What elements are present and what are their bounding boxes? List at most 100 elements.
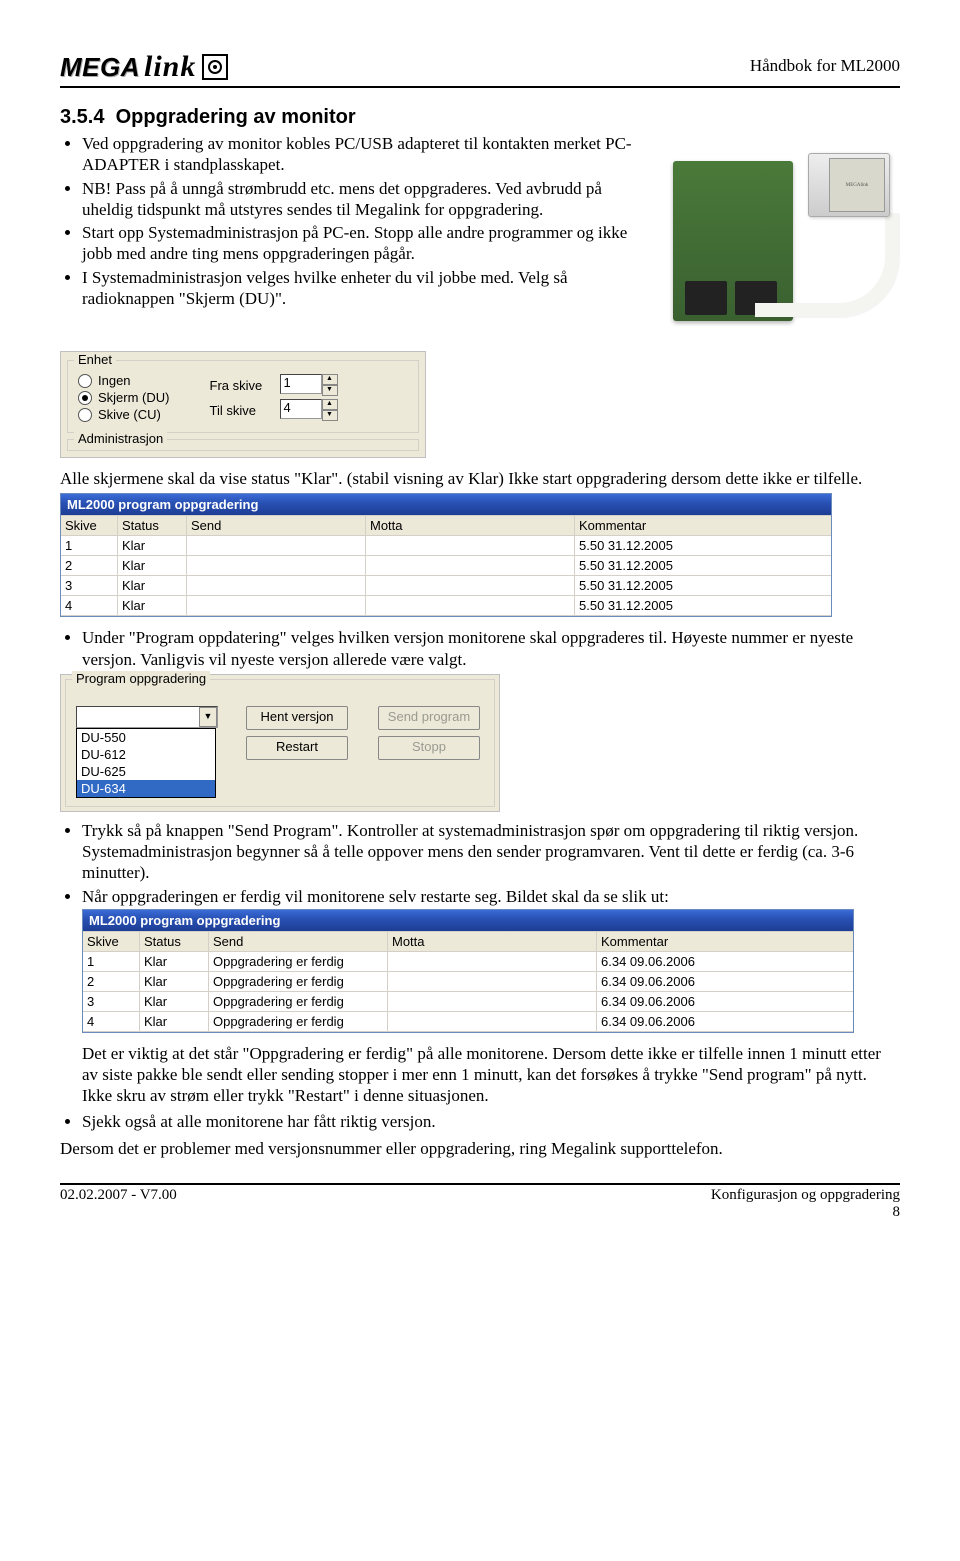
page-header: MEGA link Håndbok for ML2000 <box>60 50 900 88</box>
cell: Klar <box>140 972 209 991</box>
cell: Klar <box>118 576 187 595</box>
cell: 2 <box>61 556 118 575</box>
stopp-button[interactable]: Stopp <box>378 736 480 760</box>
list-item: I Systemadministrasjon velges hvilke enh… <box>82 267 655 310</box>
spin-down-icon[interactable]: ▼ <box>322 385 338 396</box>
cell: Klar <box>140 992 209 1011</box>
groupbox-title-prog: Program oppgradering <box>72 671 210 686</box>
hent-versjon-button[interactable]: Hent versjon <box>246 706 348 730</box>
upgrade-window-klar: ML2000 program oppgradering Skive Status… <box>60 493 832 617</box>
cell: Oppgradering er ferdig <box>209 952 388 971</box>
cell: Oppgradering er ferdig <box>209 1012 388 1031</box>
cell <box>388 1012 597 1031</box>
cell: 2 <box>83 972 140 991</box>
spin-up-icon[interactable]: ▲ <box>322 374 338 385</box>
radio-ingen[interactable] <box>78 374 92 388</box>
table-row: 4Klar 5.50 31.12.2005 <box>61 596 831 616</box>
col-head: Skive <box>61 516 118 535</box>
col-head: Motta <box>366 516 575 535</box>
list-item: Når oppgraderingen er ferdig vil monitor… <box>82 886 900 907</box>
cell <box>388 992 597 1011</box>
cell: 5.50 31.12.2005 <box>575 536 831 555</box>
list-item: Sjekk også at alle monitorene har fått r… <box>82 1111 900 1132</box>
cell: 5.50 31.12.2005 <box>575 596 831 615</box>
radio-skjerm-du[interactable] <box>78 391 92 405</box>
window-title: ML2000 program oppgradering <box>61 494 831 515</box>
cell <box>388 952 597 971</box>
cell: Klar <box>140 952 209 971</box>
col-head: Skive <box>83 932 140 951</box>
table-row: 1KlarOppgradering er ferdig6.34 09.06.20… <box>83 952 853 972</box>
til-skive-input[interactable]: 4 <box>280 399 322 419</box>
section-number: 3.5.4 <box>60 106 104 128</box>
logo-text-link: link <box>144 50 196 84</box>
table-header: Skive Status Send Motta Kommentar <box>83 931 853 952</box>
section-heading: 3.5.4 Oppgradering av monitor <box>60 106 900 129</box>
cell: 4 <box>61 596 118 615</box>
cell: 5.50 31.12.2005 <box>575 556 831 575</box>
table-row: 2KlarOppgradering er ferdig6.34 09.06.20… <box>83 972 853 992</box>
combo-option[interactable]: DU-612 <box>77 746 215 763</box>
radio-skive-cu[interactable] <box>78 408 92 422</box>
upgrade-window-done: ML2000 program oppgradering Skive Status… <box>82 909 854 1033</box>
cell: 6.34 09.06.2006 <box>597 992 853 1011</box>
fra-skive-input[interactable]: 1 <box>280 374 322 394</box>
cell: 3 <box>83 992 140 1011</box>
para-ferdig: Det er viktig at det står "Oppgradering … <box>82 1043 900 1107</box>
radio-group: Ingen Skjerm (DU) Skive (CU) <box>78 371 170 424</box>
cell: Oppgradering er ferdig <box>209 972 388 991</box>
section-title: Oppgradering av monitor <box>116 106 356 128</box>
groupbox-title-enhet: Enhet <box>74 352 116 367</box>
logo: MEGA link <box>60 50 228 84</box>
window-title: ML2000 program oppgradering <box>83 910 853 931</box>
combo-option-selected[interactable]: DU-634 <box>77 780 215 797</box>
spin-up-icon[interactable]: ▲ <box>322 399 338 410</box>
cell: Klar <box>118 596 187 615</box>
cell <box>366 576 575 595</box>
restart-button[interactable]: Restart <box>246 736 348 760</box>
combo-dropdown: DU-550 DU-612 DU-625 DU-634 <box>76 728 216 798</box>
program-upgrade-panel: Program oppgradering ▼ DU-550 DU-612 DU-… <box>60 674 500 812</box>
til-skive-label: Til skive <box>210 403 272 418</box>
cell <box>388 972 597 991</box>
cell <box>187 576 366 595</box>
cell: 6.34 09.06.2006 <box>597 952 853 971</box>
table-row: 4KlarOppgradering er ferdig6.34 09.06.20… <box>83 1012 853 1032</box>
version-combo[interactable]: ▼ DU-550 DU-612 DU-625 DU-634 <box>76 706 216 798</box>
table-row: 3Klar5.50 31.12.2005 <box>61 576 831 596</box>
chevron-down-icon[interactable]: ▼ <box>199 707 217 727</box>
cell <box>366 556 575 575</box>
col-head: Send <box>209 932 388 951</box>
list-item: Start opp Systemadministrasjon på PC-en.… <box>82 222 655 265</box>
spin-down-icon[interactable]: ▼ <box>322 410 338 421</box>
cell: Oppgradering er ferdig <box>209 992 388 1011</box>
radio-label: Skjerm (DU) <box>98 390 170 405</box>
cell: 6.34 09.06.2006 <box>597 1012 853 1031</box>
intro-bullets: Ved oppgradering av monitor kobles PC/US… <box>60 133 655 309</box>
enhet-panel: Enhet Ingen Skjerm (DU) Skive (CU) <box>60 351 426 458</box>
combo-option[interactable]: DU-550 <box>77 729 215 746</box>
doc-title: Håndbok for ML2000 <box>750 56 900 76</box>
para-closing: Dersom det er problemer med versjonsnumm… <box>60 1138 900 1159</box>
radio-label: Skive (CU) <box>98 407 161 422</box>
list-item: NB! Pass på å unngå strømbrudd etc. mens… <box>82 178 655 221</box>
table-row: 1Klar 5.50 31.12.2005 <box>61 536 831 556</box>
col-head: Kommentar <box>597 932 853 951</box>
list-item: Under "Program oppdatering" velges hvilk… <box>82 627 900 670</box>
send-program-button[interactable]: Send program <box>378 706 480 730</box>
target-icon <box>202 54 228 80</box>
cell: Klar <box>118 556 187 575</box>
col-head: Status <box>118 516 187 535</box>
cell: 1 <box>61 536 118 555</box>
cell: Klar <box>118 536 187 555</box>
combo-option[interactable]: DU-625 <box>77 763 215 780</box>
footer-section: Konfigurasjon og oppgradering <box>711 1187 900 1204</box>
groupbox-title-admin: Administrasjon <box>74 431 167 446</box>
col-head: Send <box>187 516 366 535</box>
footer-version: 02.02.2007 - V7.00 <box>60 1187 177 1221</box>
col-head: Status <box>140 932 209 951</box>
cell: 4 <box>83 1012 140 1031</box>
para-klar: Alle skjermene skal da vise status "Klar… <box>60 468 900 489</box>
cell <box>187 536 366 555</box>
fra-skive-label: Fra skive <box>210 378 272 393</box>
